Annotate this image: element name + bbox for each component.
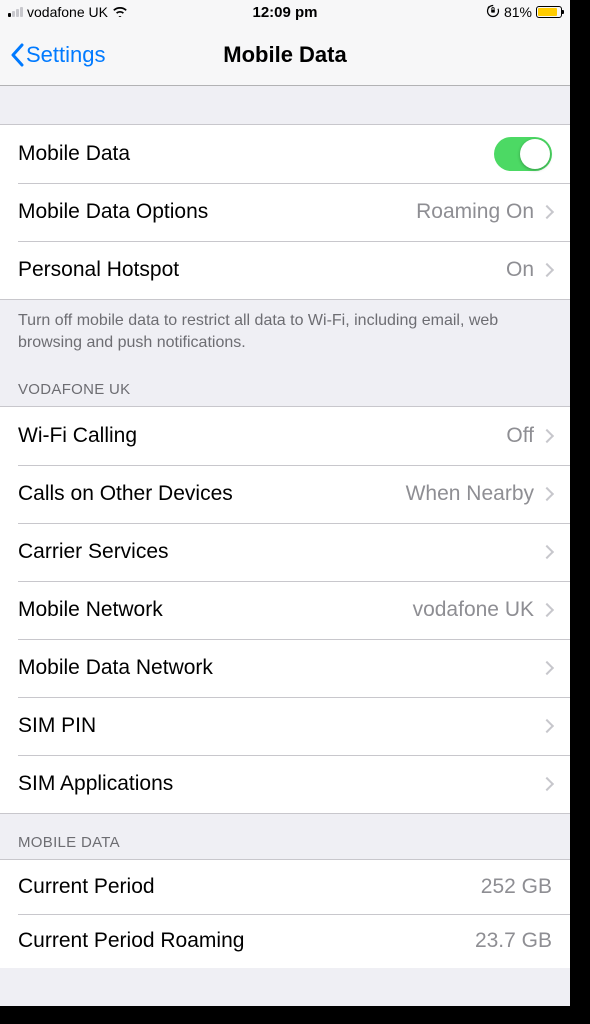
wifi-calling-value: Off (506, 424, 534, 448)
current-period-roaming-value: 23.7 GB (475, 929, 552, 953)
chevron-right-icon (540, 719, 554, 733)
chevron-right-icon (540, 487, 554, 501)
carrier-services-row[interactable]: Carrier Services (0, 523, 570, 581)
mobile-data-options-row[interactable]: Mobile Data Options Roaming On (0, 183, 570, 241)
usage-group: Current Period 252 GB Current Period Roa… (0, 859, 570, 968)
mobile-data-group: Mobile Data Mobile Data Options Roaming … (0, 124, 570, 300)
current-period-row: Current Period 252 GB (0, 860, 570, 914)
status-bar: vodafone UK 12:09 pm 81% (0, 0, 570, 24)
battery-icon (536, 6, 562, 18)
carrier-group: Wi-Fi Calling Off Calls on Other Devices… (0, 406, 570, 814)
carrier-services-label: Carrier Services (18, 540, 169, 564)
chevron-right-icon (540, 263, 554, 277)
signal-strength-icon (8, 7, 23, 17)
mobile-data-label: Mobile Data (18, 142, 130, 166)
wifi-calling-label: Wi-Fi Calling (18, 424, 137, 448)
nav-bar: Settings Mobile Data (0, 24, 570, 86)
mobile-data-options-label: Mobile Data Options (18, 200, 208, 224)
clock-label: 12:09 pm (252, 4, 317, 21)
current-period-label: Current Period (18, 875, 155, 899)
mobile-data-toggle-row[interactable]: Mobile Data (0, 125, 570, 183)
page-title: Mobile Data (223, 42, 346, 68)
mobile-data-network-row[interactable]: Mobile Data Network (0, 639, 570, 697)
wifi-icon (112, 4, 128, 20)
personal-hotspot-value: On (506, 258, 534, 282)
mobile-data-settings-screen: vodafone UK 12:09 pm 81% Settings Mobile… (0, 0, 570, 1006)
status-right: 81% (486, 4, 562, 21)
personal-hotspot-label: Personal Hotspot (18, 258, 179, 282)
rotation-lock-icon (486, 4, 500, 21)
chevron-right-icon (540, 661, 554, 675)
back-label: Settings (26, 42, 106, 68)
sim-applications-label: SIM Applications (18, 772, 173, 796)
mobile-network-label: Mobile Network (18, 598, 163, 622)
spacer (0, 86, 570, 124)
current-period-roaming-row: Current Period Roaming 23.7 GB (0, 914, 570, 968)
carrier-label: vodafone UK (27, 4, 108, 20)
mobile-data-switch[interactable] (494, 137, 552, 171)
mobile-data-options-value: Roaming On (416, 200, 534, 224)
mobile-data-footer-text: Turn off mobile data to restrict all dat… (0, 300, 570, 361)
battery-fill (538, 8, 557, 16)
sim-pin-row[interactable]: SIM PIN (0, 697, 570, 755)
battery-percent-label: 81% (504, 4, 532, 20)
chevron-right-icon (540, 205, 554, 219)
mobile-data-network-label: Mobile Data Network (18, 656, 213, 680)
chevron-right-icon (540, 545, 554, 559)
status-left: vodafone UK (8, 4, 128, 20)
usage-section-header: MOBILE DATA (0, 814, 570, 859)
back-button[interactable]: Settings (10, 42, 106, 68)
mobile-network-row[interactable]: Mobile Network vodafone UK (0, 581, 570, 639)
mobile-network-value: vodafone UK (413, 598, 534, 622)
chevron-right-icon (540, 429, 554, 443)
wifi-calling-row[interactable]: Wi-Fi Calling Off (0, 407, 570, 465)
personal-hotspot-row[interactable]: Personal Hotspot On (0, 241, 570, 299)
chevron-right-icon (540, 777, 554, 791)
chevron-left-icon (10, 43, 24, 67)
current-period-roaming-label: Current Period Roaming (18, 929, 244, 953)
sim-applications-row[interactable]: SIM Applications (0, 755, 570, 813)
current-period-value: 252 GB (481, 875, 552, 899)
calls-other-devices-value: When Nearby (406, 482, 534, 506)
sim-pin-label: SIM PIN (18, 714, 96, 738)
calls-other-devices-row[interactable]: Calls on Other Devices When Nearby (0, 465, 570, 523)
carrier-section-header: VODAFONE UK (0, 361, 570, 406)
calls-other-devices-label: Calls on Other Devices (18, 482, 233, 506)
chevron-right-icon (540, 603, 554, 617)
